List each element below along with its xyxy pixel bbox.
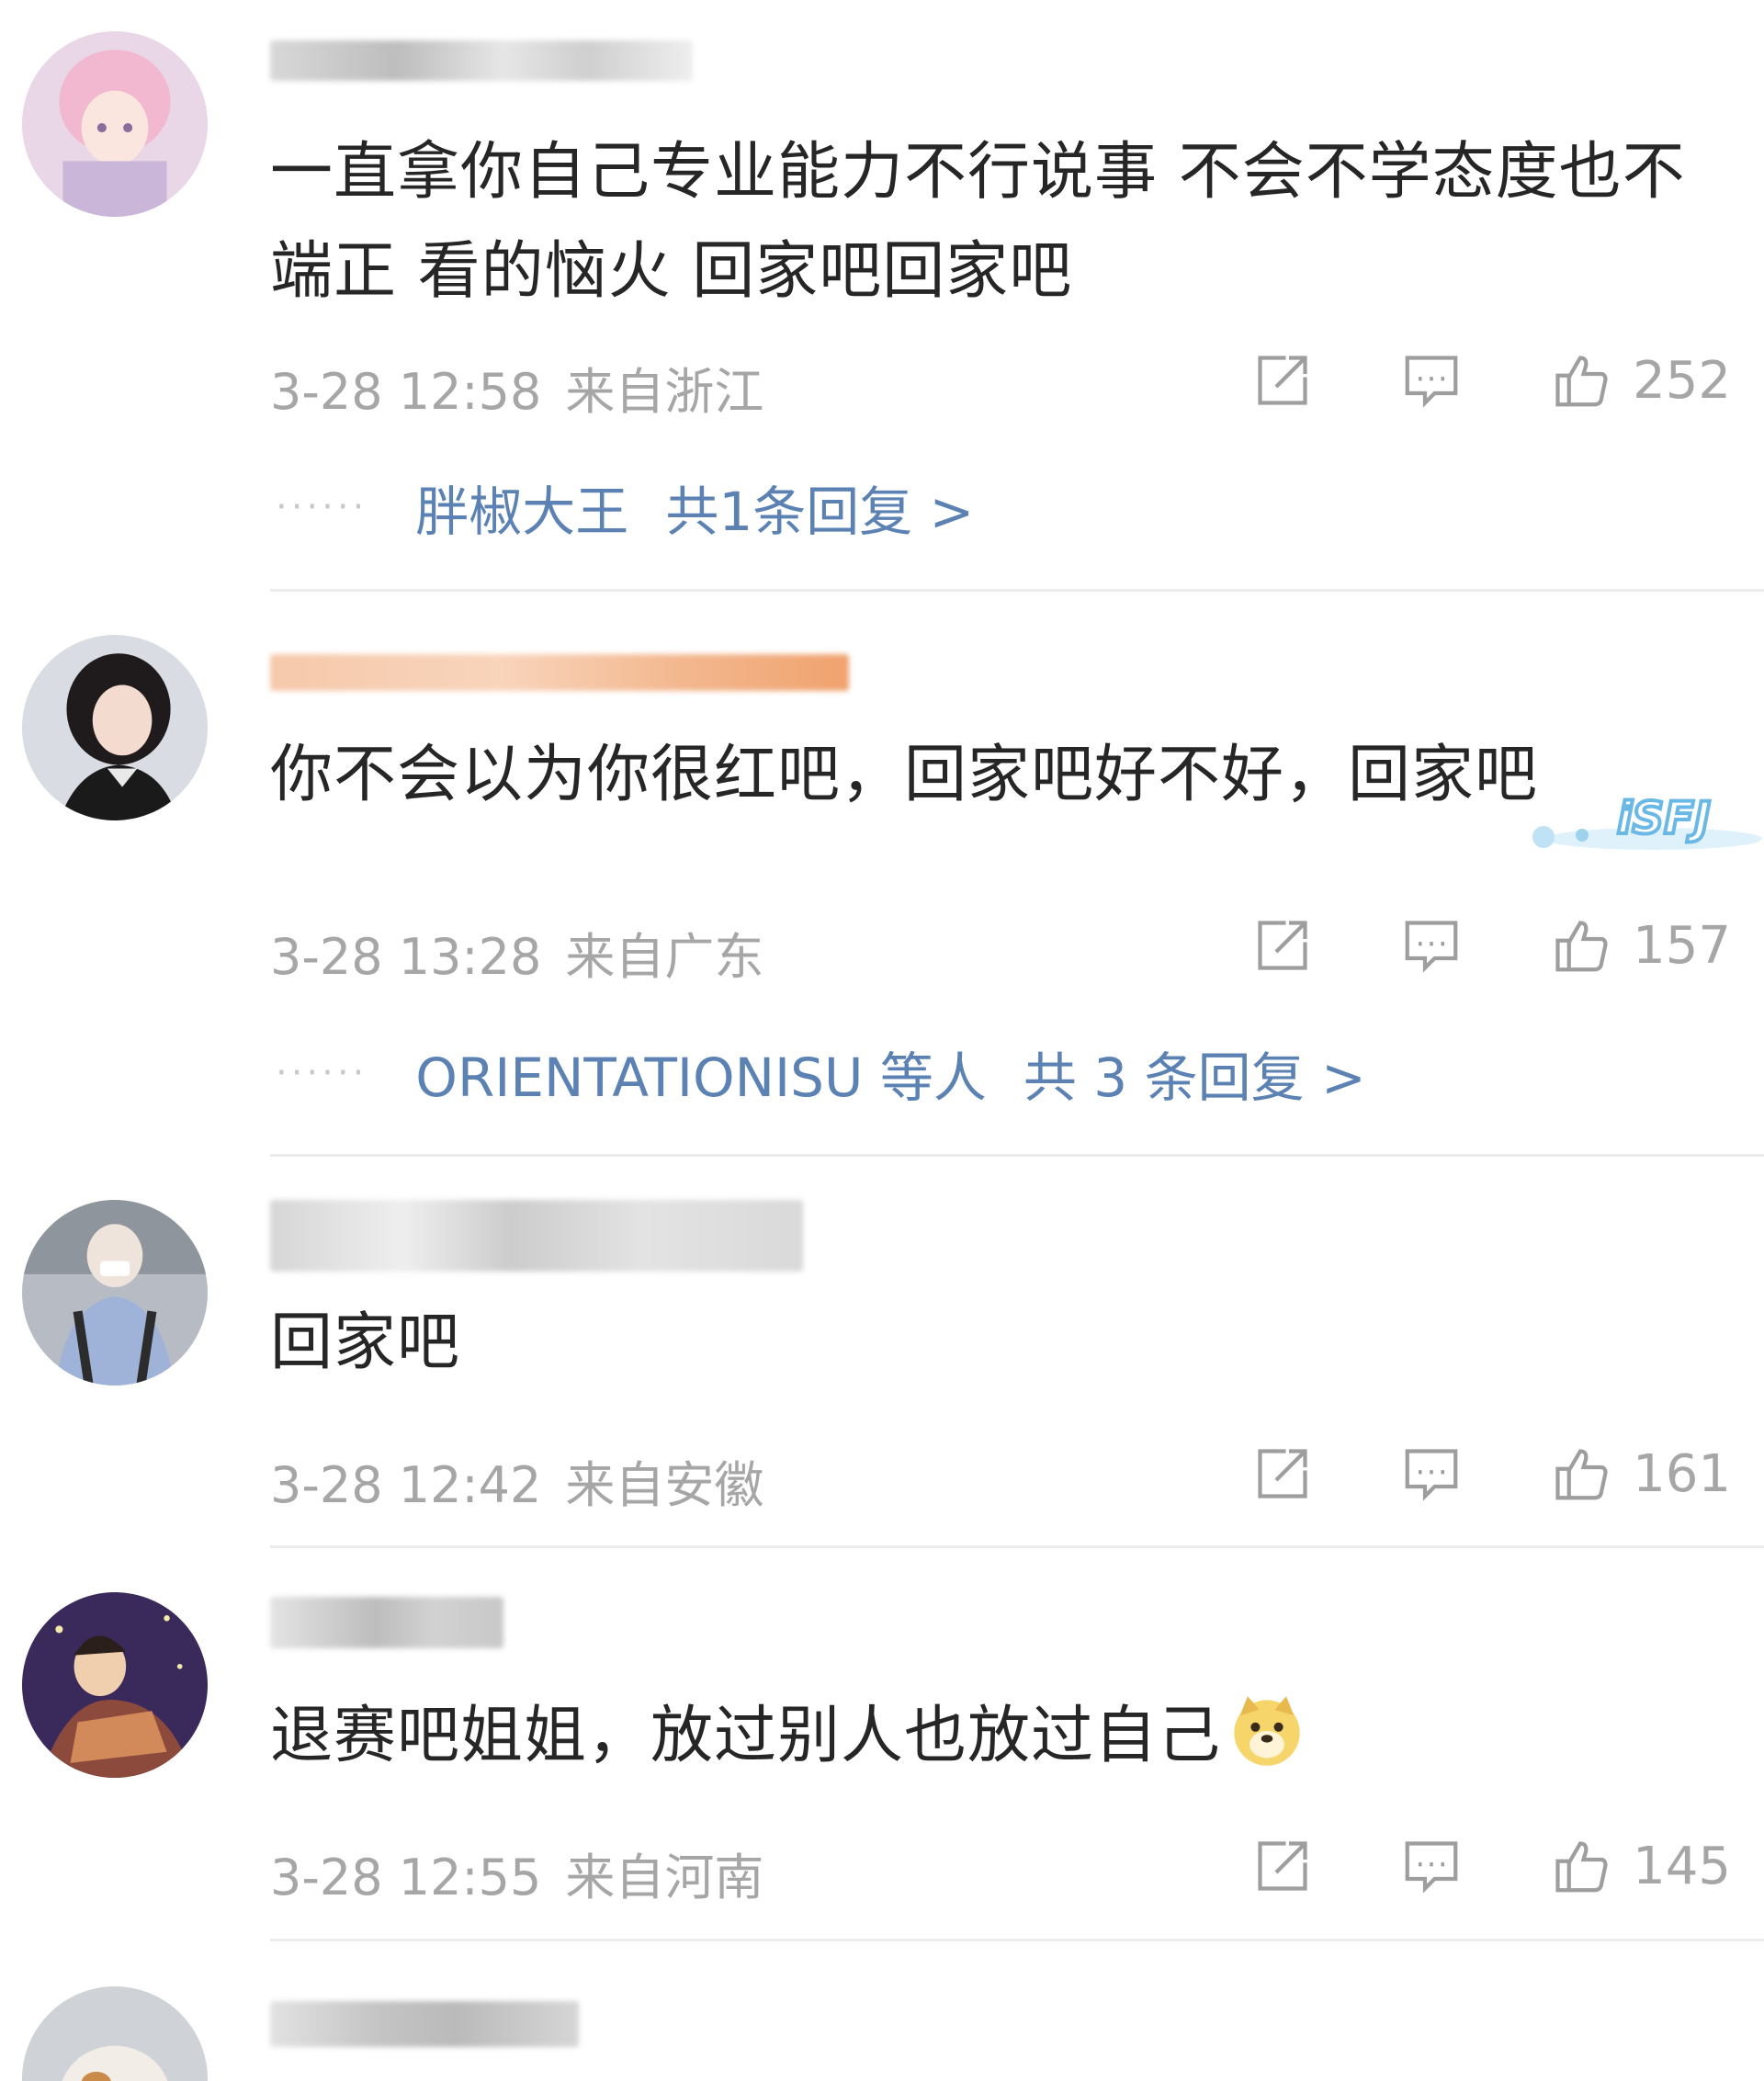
comment-actions: 145: [1250, 1829, 1731, 1903]
avatar[interactable]: [22, 31, 208, 217]
avatar[interactable]: [22, 635, 208, 820]
thumbs-up-icon[interactable]: [1548, 1834, 1612, 1898]
comment-date: 3-28 12:58: [270, 363, 542, 421]
comment-text: 你不会以为你很红吧，回家吧好不好，回家吧: [270, 739, 1539, 811]
comment-meta: 3-28 12:58 来自浙江: [270, 351, 763, 424]
username-blurred: [270, 1200, 803, 1272]
comment-text: 一直拿你自己专业能力不行说事 不会不学态度也不端正 看的恼火 回家吧回家吧: [270, 136, 1686, 308]
comment-icon[interactable]: [1399, 1442, 1464, 1506]
divider: [270, 589, 1764, 592]
username-blurred: [270, 654, 849, 691]
share-icon[interactable]: [1250, 913, 1315, 978]
comment-location: 来自河南: [565, 1849, 764, 1906]
username-blurred: [270, 1597, 503, 1648]
thumbs-up-icon[interactable]: [1548, 913, 1612, 978]
comment-meta: 3-28 13:28 来自广东: [270, 916, 763, 989]
comment-icon[interactable]: [1399, 1834, 1464, 1898]
comment-date: 3-28 12:42: [270, 1456, 542, 1514]
username-blurred: [270, 40, 693, 81]
share-icon[interactable]: [1250, 348, 1315, 413]
divider: [270, 1545, 1764, 1548]
avatar-image: [22, 1200, 208, 1385]
reply-dots: ······: [276, 1052, 368, 1094]
comment-actions: 252: [1250, 344, 1731, 417]
thumbs-up-icon[interactable]: [1548, 1442, 1612, 1506]
reply-count-link[interactable]: 共 3 条回复 >: [1023, 1035, 1366, 1112]
username-blurred: [270, 2001, 579, 2047]
reply-summary[interactable]: ······ ORIENTATIONISU 等人 共 3 条回复 >: [276, 1035, 1366, 1112]
comment-location: 来自广东: [565, 928, 764, 986]
avatar[interactable]: [22, 1592, 208, 1778]
like-count: 157: [1633, 915, 1731, 976]
reply-count-link[interactable]: 共1条回复 >: [665, 469, 974, 546]
comment-feed: 一直拿你自己专业能力不行说事 不会不学态度也不端正 看的恼火 回家吧回家吧 3-…: [0, 0, 1764, 2081]
comment-actions: 161: [1250, 1437, 1731, 1510]
comment-actions: 157: [1250, 909, 1731, 982]
avatar[interactable]: [22, 1986, 208, 2081]
avatar-image: [22, 1986, 208, 2081]
reply-dots: ······: [276, 486, 368, 528]
avatar-image: [22, 31, 208, 217]
comment-text: 回家吧: [270, 1306, 461, 1379]
divider: [270, 1154, 1764, 1157]
avatar-image: [22, 635, 208, 820]
share-icon[interactable]: [1250, 1442, 1315, 1506]
share-icon[interactable]: [1250, 1834, 1315, 1898]
comment-meta: 3-28 12:55 来自河南: [270, 1837, 763, 1909]
avatar[interactable]: [22, 1200, 208, 1385]
reply-author: 胖椒大王: [415, 481, 629, 543]
like-count: 252: [1633, 350, 1731, 411]
comment-text-content: 退赛吧姐姐，放过别人也放过自己: [270, 1700, 1222, 1772]
comment-text: 退赛吧姐姐，放过别人也放过自己: [270, 1687, 1727, 1786]
doge-emoji-icon: [1234, 1696, 1300, 1766]
thumbs-up-icon[interactable]: [1548, 348, 1612, 413]
comment-date: 3-28 13:28: [270, 928, 542, 986]
like-count: 145: [1633, 1836, 1731, 1896]
comment-icon[interactable]: [1399, 348, 1464, 413]
divider: [270, 1939, 1764, 1941]
comment-date: 3-28 12:55: [270, 1849, 542, 1906]
reply-summary[interactable]: ······ 胖椒大王 共1条回复 >: [276, 469, 974, 546]
like-count: 161: [1633, 1443, 1731, 1504]
comment-meta: 3-28 12:42 来自安徽: [270, 1444, 763, 1517]
comment-icon[interactable]: [1399, 913, 1464, 978]
reply-author: ORIENTATIONISU 等人: [415, 1046, 987, 1109]
comment-location: 来自安徽: [565, 1456, 764, 1514]
comment-location: 来自浙江: [565, 363, 764, 421]
avatar-image: [22, 1592, 208, 1778]
